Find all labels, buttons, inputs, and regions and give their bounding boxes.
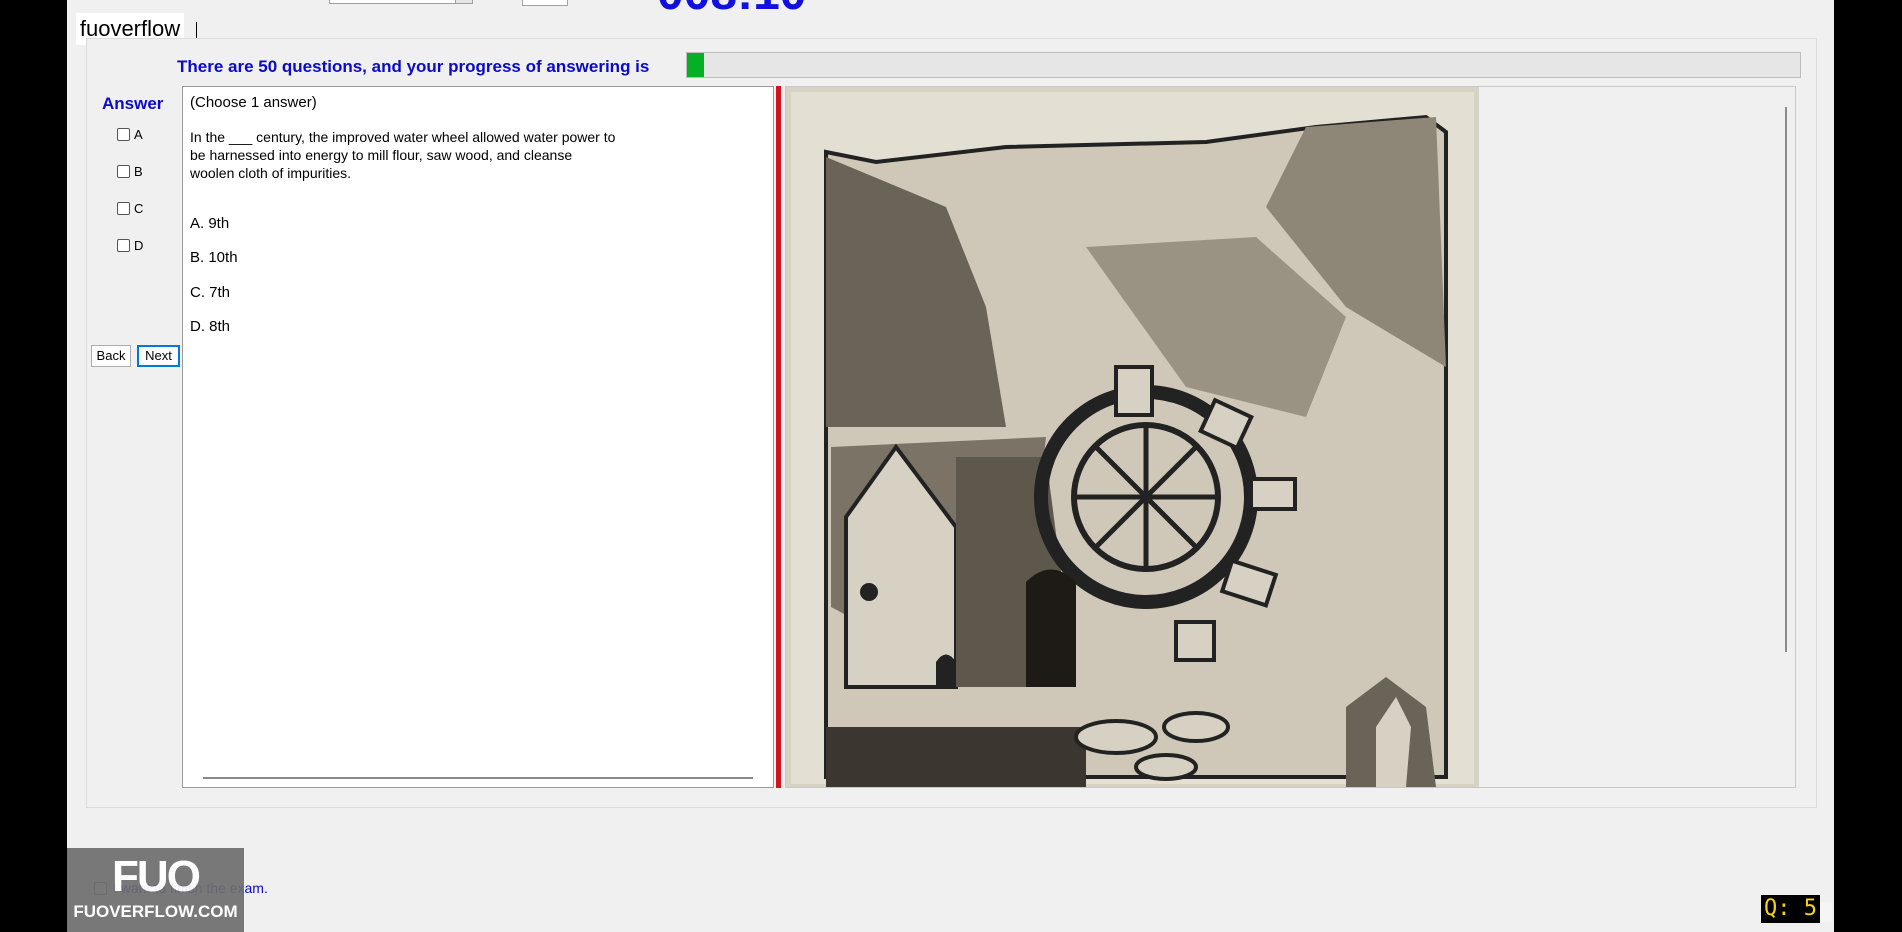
answer-option-d[interactable]: D xyxy=(117,238,143,253)
question-text: In the ___ century, the improved water w… xyxy=(190,129,616,181)
logo-text: FUOVERFLOW.COM xyxy=(73,902,238,921)
next-button[interactable]: Next xyxy=(137,345,180,367)
water-wheel-woodcut-image xyxy=(786,87,1479,787)
answer-option-label: B xyxy=(134,164,143,179)
chevron-down-icon[interactable] xyxy=(455,0,472,3)
checkbox[interactable] xyxy=(117,165,130,178)
choice-a: A. 9th xyxy=(190,215,230,232)
timer-display: 008:10 xyxy=(657,0,806,18)
question-instruction: (Choose 1 answer) xyxy=(190,94,317,111)
exam-window: 008:10 fuoverflow There are 50 questions… xyxy=(67,0,1834,932)
answer-option-c[interactable]: C xyxy=(117,201,143,216)
answer-option-a[interactable]: A xyxy=(117,127,143,142)
horizontal-scrollbar[interactable] xyxy=(203,777,753,779)
splitter[interactable] xyxy=(776,86,781,788)
logo-mark: FUO xyxy=(112,852,201,901)
back-button[interactable]: Back xyxy=(91,345,131,367)
progress-text: There are 50 questions, and your progres… xyxy=(177,57,650,76)
answer-label: Answer xyxy=(102,94,164,113)
question-number-badge: Q: 5 xyxy=(1761,895,1820,923)
answer-option-b[interactable]: B xyxy=(117,164,143,179)
top-small-box[interactable] xyxy=(522,0,568,6)
answer-option-label: D xyxy=(134,238,144,253)
choice-b: B. 10th xyxy=(190,249,238,266)
fuoverflow-logo: FUO FUOVERFLOW.COM xyxy=(67,848,244,932)
vertical-scrollbar[interactable] xyxy=(1785,107,1787,652)
answer-option-label: C xyxy=(134,201,144,216)
top-combo-box[interactable] xyxy=(329,0,473,4)
choice-d: D. 8th xyxy=(190,318,231,335)
choice-c: C. 7th xyxy=(190,284,231,301)
checkbox[interactable] xyxy=(117,128,130,141)
progress-fill xyxy=(687,53,704,77)
checkbox[interactable] xyxy=(117,239,130,252)
checkbox[interactable] xyxy=(117,202,130,215)
answer-option-label: A xyxy=(134,127,143,142)
progress-bar xyxy=(686,52,1801,78)
image-pane[interactable] xyxy=(785,86,1796,788)
question-pane[interactable]: (Choose 1 answer) In the ___ century, th… xyxy=(182,86,774,788)
